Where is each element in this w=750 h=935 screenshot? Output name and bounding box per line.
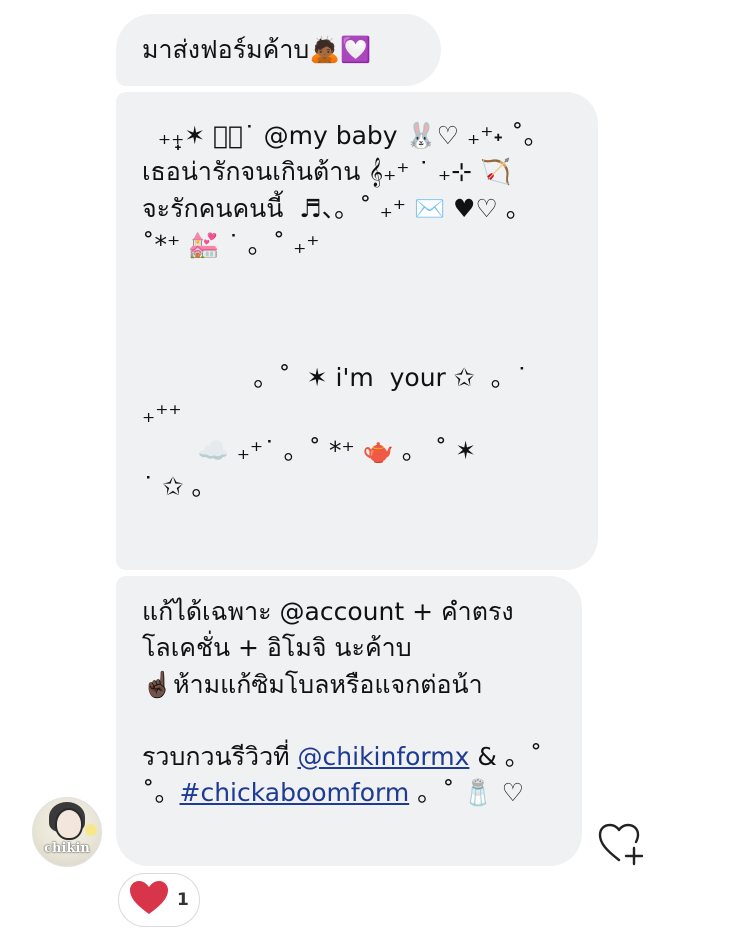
note-spacer [142, 703, 556, 739]
message-bubble[interactable]: มาส่งฟอร์มค้าบ🙇🏾💟 [116, 14, 441, 86]
message-thread: มาส่งฟอร์มค้าบ🙇🏾💟 ₊₊̟̟✶ ﾟ。˙ @my baby 🐰♡ … [0, 0, 750, 935]
note-review-prefix: รวบกวนรีวิวที่ [142, 741, 298, 771]
reaction-pill[interactable]: 1 [118, 873, 200, 927]
form-line: ☁️ ₊⁺˙ 。˚ *⁺ 🫖 。 ˚ ✶ [142, 435, 477, 465]
hashtag-prefix: ˚。 [142, 778, 180, 807]
form-block-1: ₊₊̟̟✶ ﾟ。˙ @my baby 🐰♡ ₊⁺˖ ˚。 เธอน่ารักจน… [142, 118, 588, 263]
form-line: ₊⁺⁺ [142, 399, 182, 429]
hashtag-link[interactable]: #chickaboomform [180, 778, 410, 807]
note-line: ☝🏿ห้ามแก้ซิมโบลหรือแจกต่อน้า [142, 669, 483, 699]
note-line-hashtag: ˚。#chickaboomform 。˚ 🧂 ♡ [142, 775, 556, 811]
message-bubble-note[interactable]: แก้ได้เฉพาะ @account + คำตรง โลเคชั่น + … [116, 576, 582, 866]
note-review-suffix: & 。˚ [469, 741, 543, 771]
form-line: จะรักคนคนนี้ ♬、。˚ ₊⁺ ✉️ ♥︎♡ 。 [142, 193, 531, 223]
heart-plus-icon[interactable] [598, 822, 646, 866]
form-block-2: 。˚ ✶ i'm your ✩ 。˙ ₊⁺⁺ ☁️ ₊⁺˙ 。˚ *⁺ 🫖 。 … [142, 360, 588, 505]
form-line: ˙ ✩ 。 [142, 471, 217, 501]
reaction-count: 1 [177, 890, 189, 910]
note-line-review: รวบกวนรีวิวที่ @chikinformx & 。˚ [142, 739, 556, 775]
avatar-face [55, 808, 83, 840]
form-line: ˚*⁺ 💒 ˙ 。˚ ₊⁺ [142, 229, 320, 259]
note-line: โลเคชั่น + อิโมจิ นะค้าบ [142, 633, 412, 663]
form-line: เธอน่ารักจนเกินต้าน 𝄞₊⁺ ˙ ₊⊹ 🏹 [142, 157, 512, 187]
heart-icon [129, 880, 169, 920]
note-line: แก้ได้เฉพาะ @account + คำตรง [142, 597, 514, 626]
avatar-decoration [85, 824, 97, 836]
account-mention-link[interactable]: @chikinformx [298, 742, 470, 771]
message-text: มาส่งฟอร์มค้าบ🙇🏾💟 [142, 35, 372, 64]
message-bubble-form[interactable]: ₊₊̟̟✶ ﾟ。˙ @my baby 🐰♡ ₊⁺˖ ˚。 เธอน่ารักจน… [116, 92, 598, 570]
form-line: ₊₊̟̟✶ ﾟ。˙ @my baby 🐰♡ ₊⁺˖ ˚。 [142, 121, 549, 150]
avatar-label: chikin [44, 841, 90, 856]
avatar[interactable]: chikin [32, 797, 102, 867]
form-line: 。˚ ✶ i'm your ✩ 。˙ [142, 363, 529, 392]
hashtag-suffix: 。˚ 🧂 ♡ [409, 778, 525, 807]
